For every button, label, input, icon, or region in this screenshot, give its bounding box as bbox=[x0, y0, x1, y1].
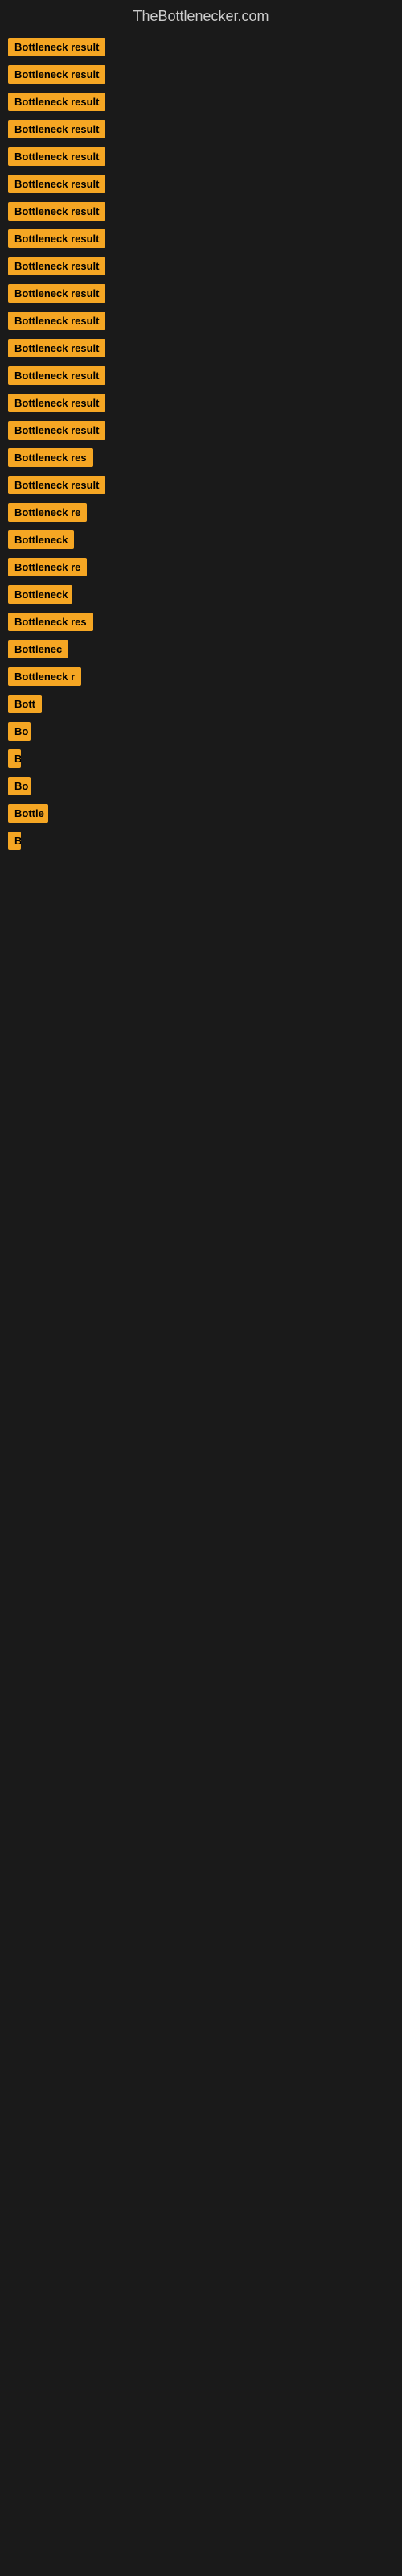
list-item: Bottleneck result bbox=[8, 65, 394, 88]
bottleneck-badge[interactable]: Bottleneck result bbox=[8, 65, 105, 84]
list-item: Bottleneck result bbox=[8, 257, 394, 279]
bottleneck-badge[interactable]: B bbox=[8, 832, 21, 850]
bottleneck-badge[interactable]: Bottleneck re bbox=[8, 503, 87, 522]
bottleneck-badge[interactable]: Bottleneck result bbox=[8, 175, 105, 193]
bottleneck-badge[interactable]: Bottleneck result bbox=[8, 93, 105, 111]
list-item: Bott bbox=[8, 695, 394, 717]
bottleneck-badge[interactable]: Bottleneck r bbox=[8, 667, 81, 686]
list-item: Bottle bbox=[8, 804, 394, 827]
list-item: Bottleneck result bbox=[8, 339, 394, 361]
bottleneck-badge[interactable]: Bottleneck result bbox=[8, 229, 105, 248]
bottleneck-badge[interactable]: Bottleneck result bbox=[8, 202, 105, 221]
list-item: Bottleneck result bbox=[8, 38, 394, 60]
bottleneck-badge[interactable]: Bottleneck bbox=[8, 585, 72, 604]
bottleneck-badge[interactable]: Bottleneck result bbox=[8, 257, 105, 275]
bottleneck-badge[interactable]: Bottleneck result bbox=[8, 476, 105, 494]
list-item: Bottleneck re bbox=[8, 558, 394, 580]
list-item: Bo bbox=[8, 777, 394, 799]
bottleneck-badge[interactable]: Bottleneck result bbox=[8, 38, 105, 56]
list-item: Bottleneck result bbox=[8, 421, 394, 444]
list-item: Bottleneck result bbox=[8, 229, 394, 252]
bottleneck-list: Bottleneck result Bottleneck result Bottle… bbox=[0, 29, 402, 863]
list-item: Bottleneck result bbox=[8, 394, 394, 416]
bottleneck-badge[interactable]: Bottleneck result bbox=[8, 147, 105, 166]
list-item: Bottleneck res bbox=[8, 448, 394, 471]
list-item: Bottleneck result bbox=[8, 93, 394, 115]
bottleneck-badge[interactable]: B bbox=[8, 749, 21, 768]
site-title: TheBottlenecker.com bbox=[0, 0, 402, 29]
list-item: Bottleneck result bbox=[8, 202, 394, 225]
list-item: Bottleneck result bbox=[8, 175, 394, 197]
bottleneck-badge[interactable]: Bottleneck result bbox=[8, 339, 105, 357]
bottleneck-badge[interactable]: Bottleneck result bbox=[8, 312, 105, 330]
bottleneck-badge[interactable]: Bottlenec bbox=[8, 640, 68, 658]
list-item: Bottleneck result bbox=[8, 312, 394, 334]
list-item: Bottleneck result bbox=[8, 120, 394, 142]
list-item: Bottleneck re bbox=[8, 503, 394, 526]
bottleneck-badge[interactable]: Bottleneck re bbox=[8, 558, 87, 576]
list-item: Bottleneck result bbox=[8, 147, 394, 170]
bottleneck-badge[interactable]: Bottleneck bbox=[8, 530, 74, 549]
bottleneck-badge[interactable]: Bottleneck result bbox=[8, 284, 105, 303]
list-item: Bottleneck result bbox=[8, 476, 394, 498]
list-item: Bottleneck result bbox=[8, 366, 394, 389]
bottleneck-badge[interactable]: Bottleneck res bbox=[8, 613, 93, 631]
list-item: B bbox=[8, 749, 394, 772]
list-item: B bbox=[8, 832, 394, 854]
bottleneck-badge[interactable]: Bottleneck result bbox=[8, 366, 105, 385]
list-item: Bottlenec bbox=[8, 640, 394, 663]
bottleneck-badge[interactable]: Bott bbox=[8, 695, 42, 713]
bottleneck-badge[interactable]: Bottleneck result bbox=[8, 421, 105, 440]
list-item: Bottleneck r bbox=[8, 667, 394, 690]
bottleneck-badge[interactable]: Bottle bbox=[8, 804, 48, 823]
bottleneck-badge[interactable]: Bottleneck result bbox=[8, 394, 105, 412]
list-item: Bottleneck bbox=[8, 530, 394, 553]
list-item: Bottleneck res bbox=[8, 613, 394, 635]
list-item: Bottleneck bbox=[8, 585, 394, 608]
bottleneck-badge[interactable]: Bottleneck result bbox=[8, 120, 105, 138]
bottleneck-badge[interactable]: Bo bbox=[8, 777, 31, 795]
bottleneck-badge[interactable]: Bottleneck res bbox=[8, 448, 93, 467]
list-item: Bottleneck result bbox=[8, 284, 394, 307]
bottleneck-badge[interactable]: Bo bbox=[8, 722, 31, 741]
list-item: Bo bbox=[8, 722, 394, 745]
